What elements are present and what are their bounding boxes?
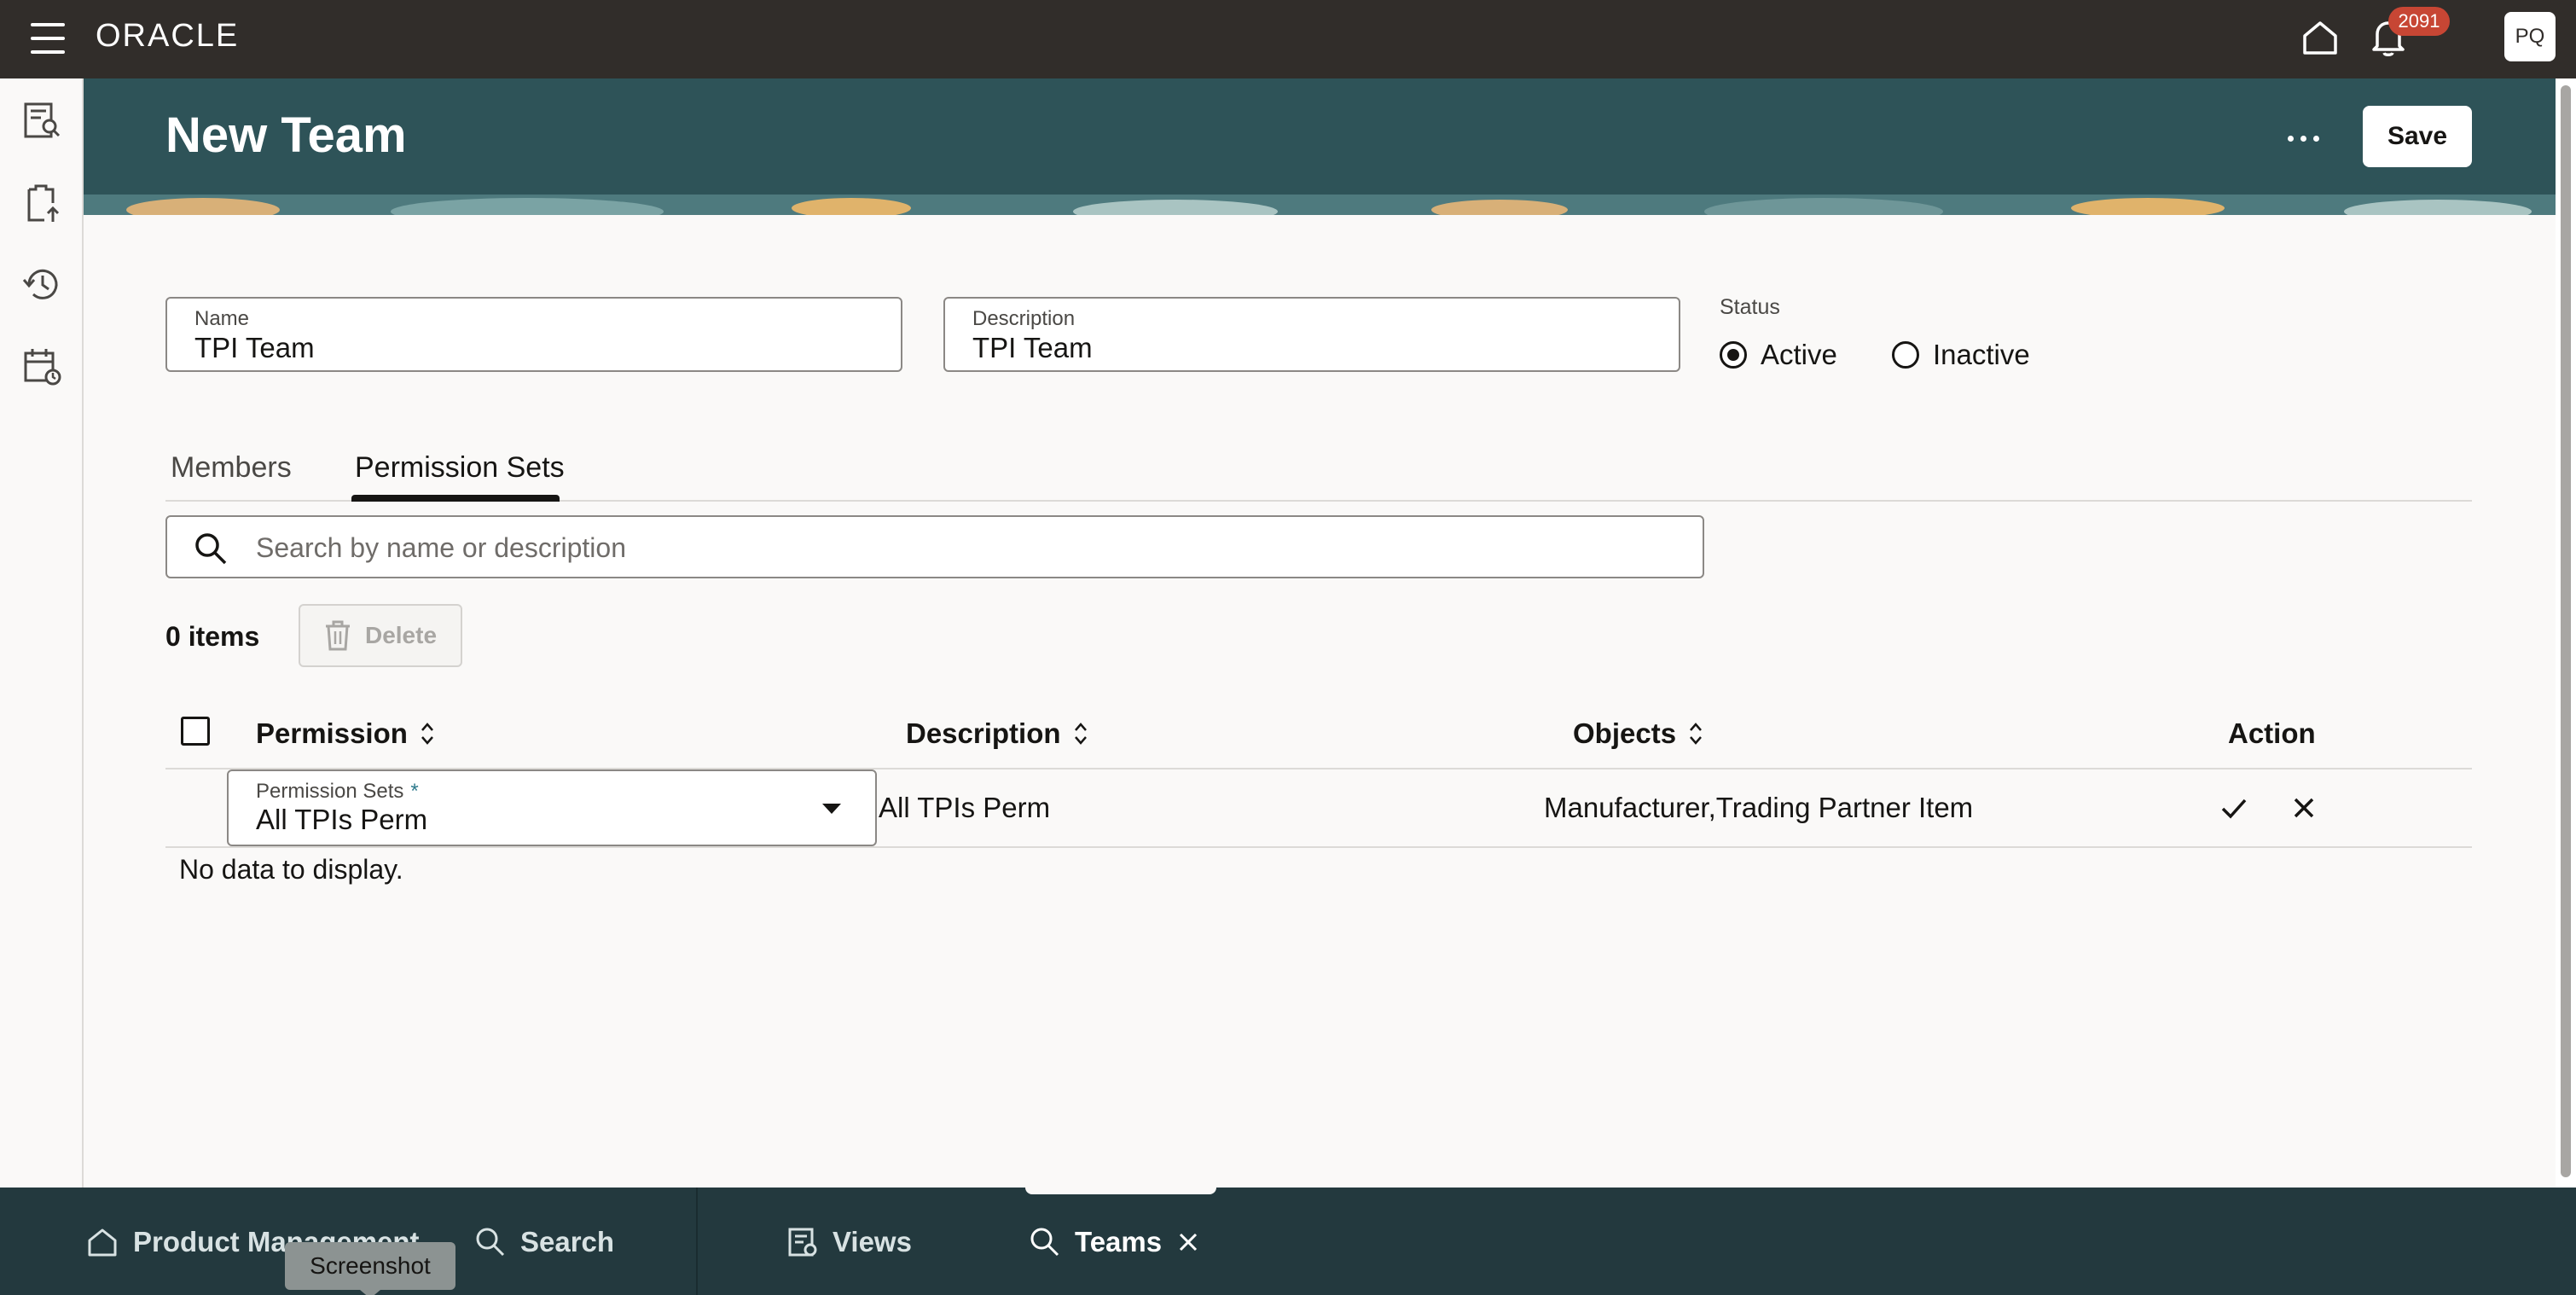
status-active-label: Active: [1761, 339, 1837, 370]
bottom-nav-label: Search: [520, 1226, 615, 1257]
column-header-label: Objects: [1573, 717, 1677, 749]
bottom-nav-teams[interactable]: Teams: [1029, 1222, 1201, 1263]
column-header-description[interactable]: Description: [906, 717, 1088, 751]
header-decorative-pattern: [84, 195, 2556, 215]
bottom-nav-views[interactable]: Views: [786, 1222, 912, 1263]
required-indicator: *: [410, 780, 419, 803]
home-icon[interactable]: [2300, 17, 2341, 58]
checkmark-icon[interactable]: [2216, 790, 2252, 826]
name-field-label: Name: [194, 307, 250, 330]
name-field[interactable]: Name TPI Team: [165, 297, 902, 372]
user-avatar[interactable]: PQ: [2504, 12, 2556, 61]
clipboard-upload-icon[interactable]: [20, 181, 63, 224]
column-header-label: Description: [906, 717, 1061, 749]
close-tab-icon[interactable]: [1175, 1229, 1201, 1255]
table-row: Permission Sets * All TPIs Perm All TPIs …: [165, 769, 2472, 848]
status-inactive-radio[interactable]: Inactive: [1892, 338, 2030, 372]
left-navigation-rail: [0, 78, 84, 1188]
search-box[interactable]: [165, 515, 1704, 578]
search-icon: [195, 533, 227, 565]
active-item-notch: [1025, 1188, 1216, 1194]
column-header-objects[interactable]: Objects: [1573, 717, 1703, 751]
chevron-down-icon[interactable]: [822, 804, 841, 814]
sort-icon[interactable]: [1073, 721, 1088, 746]
report-search-icon[interactable]: [20, 99, 63, 142]
trash-icon: [325, 620, 350, 651]
permission-sets-select[interactable]: Permission Sets * All TPIs Perm: [227, 769, 877, 846]
save-button[interactable]: Save: [2363, 106, 2472, 167]
status-inactive-label: Inactive: [1933, 339, 2030, 370]
select-all-checkbox[interactable]: [181, 717, 210, 746]
radio-unselected-icon[interactable]: [1892, 341, 1919, 369]
status-label: Status: [1720, 295, 1780, 319]
bottom-nav-divider: [696, 1188, 698, 1295]
permission-sets-select-label: Permission Sets: [256, 780, 404, 803]
column-header-label: Action: [2228, 717, 2316, 749]
views-icon: [788, 1228, 817, 1257]
page-scrollbar[interactable]: [2561, 85, 2571, 1177]
items-count: 0 items: [165, 621, 260, 652]
column-header-permission[interactable]: Permission: [256, 717, 435, 751]
sort-icon[interactable]: [420, 721, 435, 746]
search-icon: [476, 1228, 505, 1257]
column-header-label: Permission: [256, 717, 408, 749]
table-header: Permission Description Objects Action: [165, 701, 2472, 769]
empty-table-message: No data to display.: [179, 854, 403, 885]
column-header-action: Action: [2228, 717, 2316, 751]
page-header-banner: New Team Save: [84, 78, 2556, 215]
oracle-logo: ORACLE: [96, 18, 240, 54]
page-title: New Team: [165, 107, 407, 163]
history-icon[interactable]: [20, 263, 63, 305]
description-field-value[interactable]: TPI Team: [972, 331, 1651, 365]
sort-icon[interactable]: [1688, 721, 1703, 746]
status-active-radio[interactable]: Active: [1720, 338, 1837, 372]
bottom-nav-search[interactable]: Search: [474, 1222, 614, 1263]
description-cell: All TPIs Perm: [879, 792, 1051, 823]
bottom-nav-label: Views: [833, 1226, 912, 1257]
menu-icon[interactable]: [31, 23, 65, 54]
delete-button-label: Delete: [364, 622, 438, 648]
notifications-count-badge: 2091: [2388, 7, 2450, 36]
search-input[interactable]: [256, 527, 1689, 568]
objects-cell: Manufacturer,Trading Partner Item: [1544, 792, 1974, 823]
name-field-value[interactable]: TPI Team: [194, 331, 873, 365]
active-tab-indicator: [351, 495, 560, 502]
description-field-label: Description: [972, 307, 1076, 330]
more-actions-icon[interactable]: [2272, 121, 2334, 155]
permission-sets-select-value: All TPIs Perm: [256, 804, 428, 835]
close-icon[interactable]: [2286, 790, 2322, 826]
tab-permission-sets[interactable]: Permission Sets: [355, 449, 565, 486]
delete-button[interactable]: Delete: [299, 604, 462, 667]
tab-members[interactable]: Members: [171, 449, 292, 486]
home-icon: [88, 1228, 117, 1257]
global-header: ORACLE 2091 PQ: [0, 0, 2576, 78]
tab-bar: Members Permission Sets: [165, 435, 2472, 502]
permission-sets-select-label-row: Permission Sets *: [256, 780, 848, 804]
radio-selected-icon[interactable]: [1720, 341, 1747, 369]
bottom-nav-label: Teams: [1075, 1226, 1163, 1257]
search-icon: [1030, 1228, 1059, 1257]
calendar-schedule-icon[interactable]: [20, 345, 63, 387]
description-field[interactable]: Description TPI Team: [943, 297, 1680, 372]
screenshot-tooltip: Screenshot: [285, 1242, 455, 1295]
